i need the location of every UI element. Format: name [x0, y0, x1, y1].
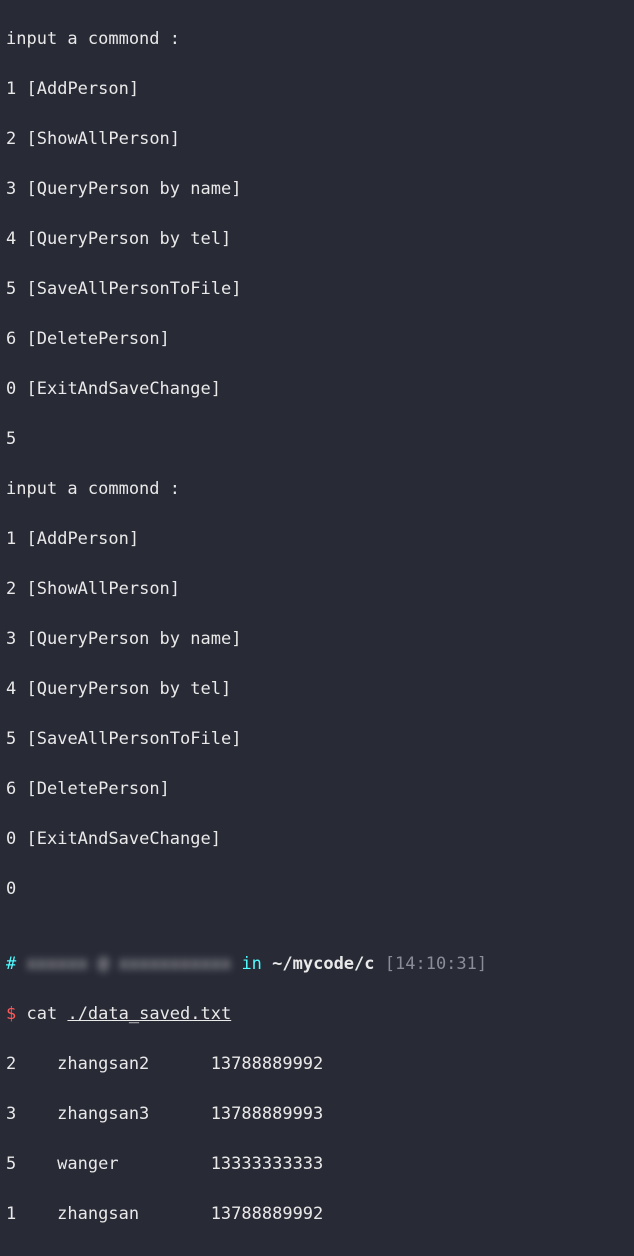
- prompt-time: 14:10:31: [395, 954, 477, 974]
- time-close: ]: [477, 954, 487, 974]
- file-row: 1 zhangsan 13788889992: [6, 1202, 628, 1227]
- menu-item: 1 [AddPerson]: [6, 77, 628, 102]
- menu-prompt: input a commond :: [6, 477, 628, 502]
- menu-prompt: input a commond :: [6, 27, 628, 52]
- file-row: 5 wanger 13333333333: [6, 1152, 628, 1177]
- menu-item: 4 [QueryPerson by tel]: [6, 227, 628, 252]
- user-input: 5: [6, 427, 628, 452]
- redacted-user-host: xxxxxx @ xxxxxxxxxxx: [27, 952, 232, 977]
- file-row: 3 zhangsan3 13788889993: [6, 1102, 628, 1127]
- time-open: [: [375, 954, 395, 974]
- shell-prompt-line: # xxxxxx @ xxxxxxxxxxx in ~/mycode/c [14…: [6, 952, 628, 977]
- menu-item: 5 [SaveAllPersonToFile]: [6, 277, 628, 302]
- command-cat: cat: [27, 1004, 68, 1024]
- menu-item: 1 [AddPerson]: [6, 527, 628, 552]
- user-input: 0: [6, 877, 628, 902]
- menu-item: 5 [SaveAllPersonToFile]: [6, 727, 628, 752]
- menu-item: 3 [QueryPerson by name]: [6, 627, 628, 652]
- prompt-in: in: [231, 954, 272, 974]
- menu-item: 6 [DeletePerson]: [6, 327, 628, 352]
- menu-item: 0 [ExitAndSaveChange]: [6, 377, 628, 402]
- menu-item: 6 [DeletePerson]: [6, 777, 628, 802]
- menu-item: 0 [ExitAndSaveChange]: [6, 827, 628, 852]
- cwd-path: ~/mycode/c: [272, 954, 374, 974]
- menu-item: 3 [QueryPerson by name]: [6, 177, 628, 202]
- file-row: 2 zhangsan2 13788889992: [6, 1052, 628, 1077]
- menu-item: 2 [ShowAllPerson]: [6, 577, 628, 602]
- terminal-output: input a commond : 1 [AddPerson] 2 [ShowA…: [0, 0, 634, 1256]
- menu-item: 2 [ShowAllPerson]: [6, 127, 628, 152]
- prompt-hash: #: [6, 954, 16, 974]
- menu-item: 4 [QueryPerson by tel]: [6, 677, 628, 702]
- prompt-dollar: $: [6, 1004, 16, 1024]
- command-arg-file: ./data_saved.txt: [67, 1004, 231, 1024]
- shell-command-line[interactable]: $ cat ./data_saved.txt: [6, 1002, 628, 1027]
